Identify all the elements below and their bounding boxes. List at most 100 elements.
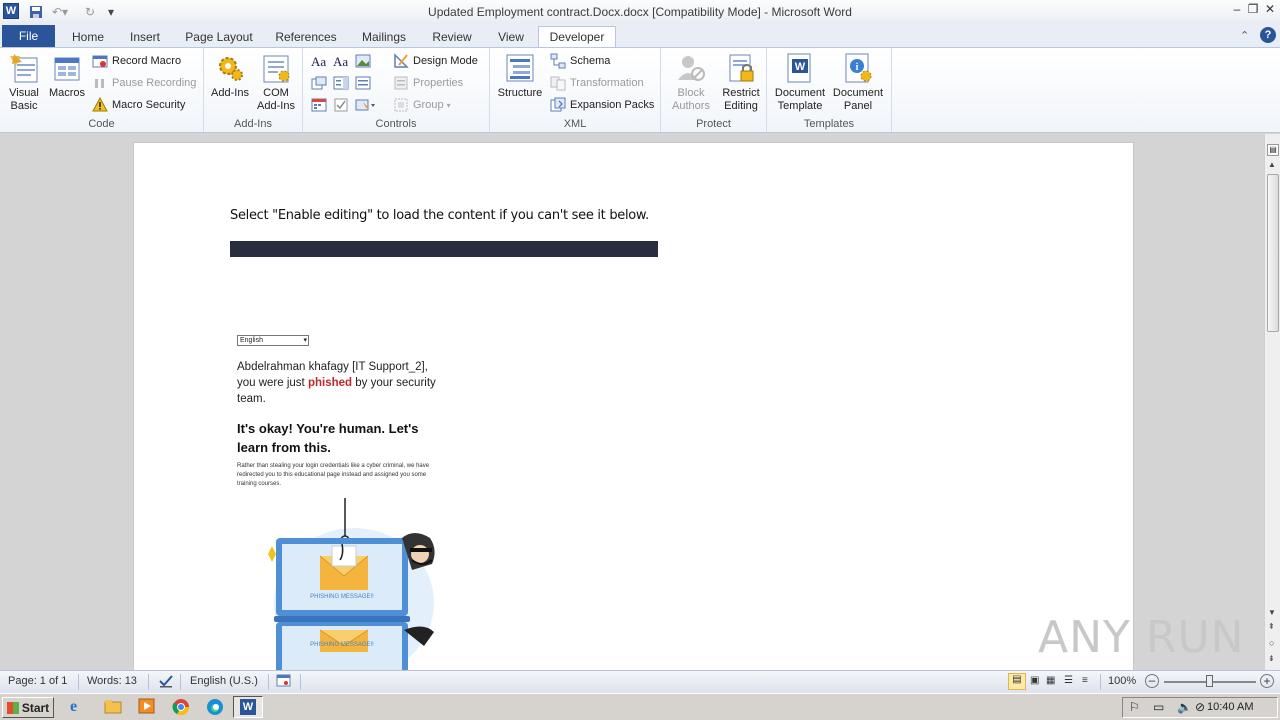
group-protect: Block Authors Restrict Editing Protect [661, 48, 767, 132]
expansion-packs-button[interactable]: Expansion Packs [550, 96, 654, 114]
date-picker-icon[interactable] [311, 98, 327, 115]
sparkle-icon [268, 546, 276, 562]
document-template-label-1: Document [774, 87, 826, 99]
block-authors-button[interactable]: Block Authors [667, 52, 715, 113]
group-code: Visual Basic Macros Record Macro Pause R… [0, 48, 204, 132]
properties-icon [393, 75, 409, 91]
properties-label: Properties [413, 77, 464, 89]
visual-basic-button[interactable]: Visual Basic [4, 52, 44, 113]
structure-button[interactable]: Structure [494, 52, 546, 100]
title-bar: W ↶▾ ↻ ▾ Updated Employment contract.Doc… [0, 0, 1280, 24]
language-indicator[interactable]: English (U.S.) [190, 675, 258, 687]
minimize-ribbon-icon[interactable]: ⌃ [1240, 29, 1249, 42]
language-select[interactable]: English ▾ [237, 335, 309, 346]
scroll-down-arrow[interactable]: ▼ [1268, 608, 1276, 617]
design-mode-button[interactable]: Design Mode [393, 52, 478, 70]
checkbox-control-icon[interactable] [333, 98, 349, 115]
group-label-templates: Templates [803, 118, 855, 130]
web-layout-icon[interactable]: ▦ [1046, 675, 1055, 686]
tab-page-layout[interactable]: Page Layout [180, 27, 258, 48]
picture-control-icon[interactable] [355, 54, 371, 71]
flag-icon[interactable]: ⚐ [1129, 700, 1140, 714]
document-panel-button[interactable]: i Document Panel [829, 52, 887, 113]
group-button[interactable]: Group ▾ [393, 96, 451, 114]
tab-mailings[interactable]: Mailings [354, 27, 414, 48]
print-layout-view-icon[interactable]: ▤ [1008, 673, 1026, 690]
word-icon: W [240, 699, 256, 715]
restrict-editing-button[interactable]: Restrict Editing [717, 52, 765, 113]
zoom-level[interactable]: 100% [1108, 675, 1136, 687]
ruler-toggle-icon[interactable]: ▤ [1267, 144, 1279, 156]
legacy-tools-icon[interactable] [355, 98, 377, 115]
tab-developer[interactable]: Developer [538, 26, 616, 49]
transformation-button[interactable]: Transformation [550, 74, 644, 92]
building-block-icon[interactable] [311, 76, 327, 93]
visual-basic-icon [8, 52, 40, 84]
chrome-icon[interactable] [172, 698, 192, 717]
internet-explorer-icon[interactable]: e [70, 698, 90, 717]
tab-review[interactable]: Review [424, 27, 480, 48]
proofing-icon[interactable] [158, 673, 174, 692]
page-count[interactable]: Page: 1 of 1 [8, 675, 67, 687]
anyrun-watermark: ANY RUN [1038, 612, 1245, 663]
status-divider [268, 674, 269, 690]
group-controls: Aa Aa Design Mode Properties Group ▾ Con… [303, 48, 490, 132]
restore-button[interactable]: ❐ [1244, 2, 1262, 18]
tab-insert[interactable]: Insert [122, 27, 168, 48]
taskbar-word-button[interactable]: W [233, 696, 263, 718]
dropdown-list-icon[interactable] [355, 76, 371, 93]
clock[interactable]: 10:40 AM [1207, 701, 1253, 713]
com-addins-button[interactable]: COM Add-Ins [254, 52, 298, 113]
draft-view-icon[interactable]: ≡ [1082, 675, 1088, 686]
addins-button[interactable]: Add-Ins [208, 52, 252, 100]
outline-view-icon[interactable]: ☰ [1064, 675, 1073, 686]
full-screen-reading-icon[interactable]: ▣ [1030, 675, 1039, 686]
addins-label: Add-Ins [211, 87, 249, 99]
vertical-scrollbar[interactable]: ▤ ▲ ▼ ⇞ ○ ⇟ [1264, 134, 1280, 670]
volume-icon[interactable]: 🔈 [1177, 700, 1192, 714]
close-button[interactable]: ✕ [1261, 2, 1279, 18]
tab-references[interactable]: References [268, 27, 344, 48]
word-count[interactable]: Words: 13 [87, 675, 137, 687]
zoom-slider-thumb[interactable] [1206, 675, 1213, 687]
block-authors-icon [675, 52, 707, 84]
power-icon[interactable]: ⊘ [1195, 700, 1205, 714]
record-macro-button[interactable]: Record Macro [92, 52, 181, 70]
tab-file[interactable]: File [2, 25, 55, 47]
scroll-up-arrow[interactable]: ▲ [1268, 160, 1276, 169]
macros-button[interactable]: Macros [46, 52, 88, 100]
rich-text-control-icon[interactable]: Aa [311, 54, 326, 70]
properties-button[interactable]: Properties [393, 74, 463, 92]
pause-recording-button[interactable]: Pause Recording [92, 74, 196, 92]
file-explorer-icon[interactable] [104, 698, 124, 717]
dark-banner [230, 241, 658, 257]
tab-home[interactable]: Home [64, 27, 112, 48]
design-mode-label: Design Mode [413, 55, 478, 67]
combo-box-icon[interactable] [333, 76, 349, 93]
document-page[interactable]: Select "Enable editing" to load the cont… [133, 142, 1134, 670]
status-bar: Page: 1 of 1 Words: 13 English (U.S.) ▤ … [0, 670, 1280, 693]
network-icon[interactable]: ▭ [1153, 700, 1164, 714]
system-tray: ⚐ ▭ 🔈 ⊘ 10:40 AM [1122, 697, 1278, 718]
restrict-editing-label-1: Restrict [722, 87, 760, 99]
tab-view[interactable]: View [490, 27, 532, 48]
start-button[interactable]: Start [2, 697, 54, 718]
help-icon[interactable]: ? [1260, 27, 1276, 43]
status-divider [1100, 674, 1101, 690]
plain-text-control-icon[interactable]: Aa [333, 54, 348, 70]
group-label-xml: XML [563, 118, 587, 130]
macro-recording-icon[interactable] [276, 674, 292, 691]
media-player-icon[interactable] [138, 698, 158, 717]
laptop-label-1: PHISHING MESSAGE!! [310, 594, 374, 600]
macro-security-button[interactable]: Macro Security [92, 96, 185, 114]
schema-button[interactable]: Schema [550, 52, 610, 70]
structure-label: Structure [497, 87, 543, 99]
browse-object-icon[interactable]: ○ [1269, 638, 1274, 648]
edge-icon[interactable] [206, 698, 226, 717]
next-page-icon[interactable]: ⇟ [1268, 654, 1275, 663]
previous-page-icon[interactable]: ⇞ [1268, 622, 1275, 631]
scroll-thumb[interactable] [1267, 174, 1279, 332]
document-template-button[interactable]: W Document Template [771, 52, 829, 113]
zoom-out-button[interactable]: – [1145, 674, 1159, 688]
zoom-in-button[interactable]: + [1260, 674, 1274, 688]
